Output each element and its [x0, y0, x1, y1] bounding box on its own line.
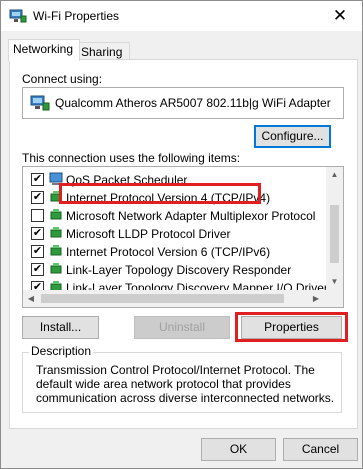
tab-networking-label: Networking	[13, 42, 74, 56]
tab-sharing-label: Sharing	[81, 45, 123, 59]
list-item-label: Microsoft Network Adapter Multiplexor Pr…	[66, 209, 316, 223]
horizontal-scroll-thumb[interactable]	[41, 294, 284, 303]
cancel-button[interactable]: Cancel	[283, 438, 358, 461]
ok-button[interactable]: OK	[201, 438, 276, 461]
title-bar[interactable]: Wi-Fi Properties ✕	[1, 1, 362, 31]
protocol-icon	[50, 227, 62, 238]
adapter-name: Qualcomm Atheros AR5007 802.11b|g WiFi A…	[55, 96, 331, 110]
connect-using-label: Connect using:	[22, 72, 103, 86]
list-item[interactable]: ✔ Internet Protocol Version 6 (TCP/IPv6)	[23, 243, 323, 261]
ipv4-highlight-box	[59, 183, 261, 204]
list-item-label: Link-Layer Topology Discovery Responder	[66, 263, 292, 277]
close-button[interactable]: ✕	[318, 1, 362, 31]
checkbox[interactable]: ✔	[31, 245, 44, 258]
protocol-icon	[50, 263, 62, 274]
close-icon: ✕	[332, 6, 348, 25]
description-title: Description	[29, 344, 94, 358]
list-item[interactable]: Microsoft Network Adapter Multiplexor Pr…	[23, 207, 323, 225]
vertical-scrollbar[interactable]: ▲ ▼	[326, 167, 343, 290]
protocol-icon	[50, 209, 62, 220]
window-title: Wi-Fi Properties	[33, 9, 120, 23]
list-item-label: Microsoft LLDP Protocol Driver	[66, 227, 231, 241]
wifi-properties-window: Wi-Fi Properties ✕ Networking Sharing Co…	[0, 0, 363, 469]
list-item[interactable]: ✔ Link-Layer Topology Discovery Responde…	[23, 261, 323, 279]
network-adapter-icon	[9, 9, 27, 23]
scroll-up-icon[interactable]: ▲	[326, 170, 343, 179]
tab-networking[interactable]: Networking	[8, 39, 80, 61]
checkbox[interactable]: ✔	[31, 173, 44, 186]
install-button-label: Install...	[39, 320, 82, 334]
uninstall-button-label: Uninstall	[158, 320, 206, 334]
checkbox[interactable]: ✔	[31, 191, 44, 204]
network-adapter-icon	[30, 95, 50, 111]
vertical-scroll-thumb[interactable]	[330, 205, 339, 263]
ok-button-label: OK	[229, 442, 248, 456]
checkbox[interactable]: ✔	[31, 263, 44, 276]
horizontal-scrollbar[interactable]: ◀ ▶	[23, 290, 326, 307]
properties-highlight-box	[235, 312, 348, 342]
checkbox[interactable]	[31, 209, 44, 222]
configure-button[interactable]: Configure...	[254, 125, 331, 148]
install-button[interactable]: Install...	[22, 316, 99, 339]
protocol-icon	[50, 245, 62, 256]
scroll-corner	[326, 290, 343, 307]
adapter-field: Qualcomm Atheros AR5007 802.11b|g WiFi A…	[22, 87, 344, 119]
list-item-label: Internet Protocol Version 6 (TCP/IPv6)	[66, 245, 271, 259]
list-item[interactable]: ✔ Microsoft LLDP Protocol Driver	[23, 225, 323, 243]
checkbox[interactable]: ✔	[31, 227, 44, 240]
scroll-right-icon[interactable]: ▶	[311, 294, 321, 303]
scroll-down-icon[interactable]: ▼	[326, 277, 343, 286]
items-label: This connection uses the following items…	[22, 151, 241, 165]
description-text: Transmission Control Protocol/Internet P…	[36, 363, 335, 405]
scroll-left-icon[interactable]: ◀	[26, 294, 36, 303]
cancel-button-label: Cancel	[301, 442, 340, 456]
uninstall-button[interactable]: Uninstall	[134, 316, 230, 339]
configure-button-label: Configure...	[261, 129, 324, 143]
